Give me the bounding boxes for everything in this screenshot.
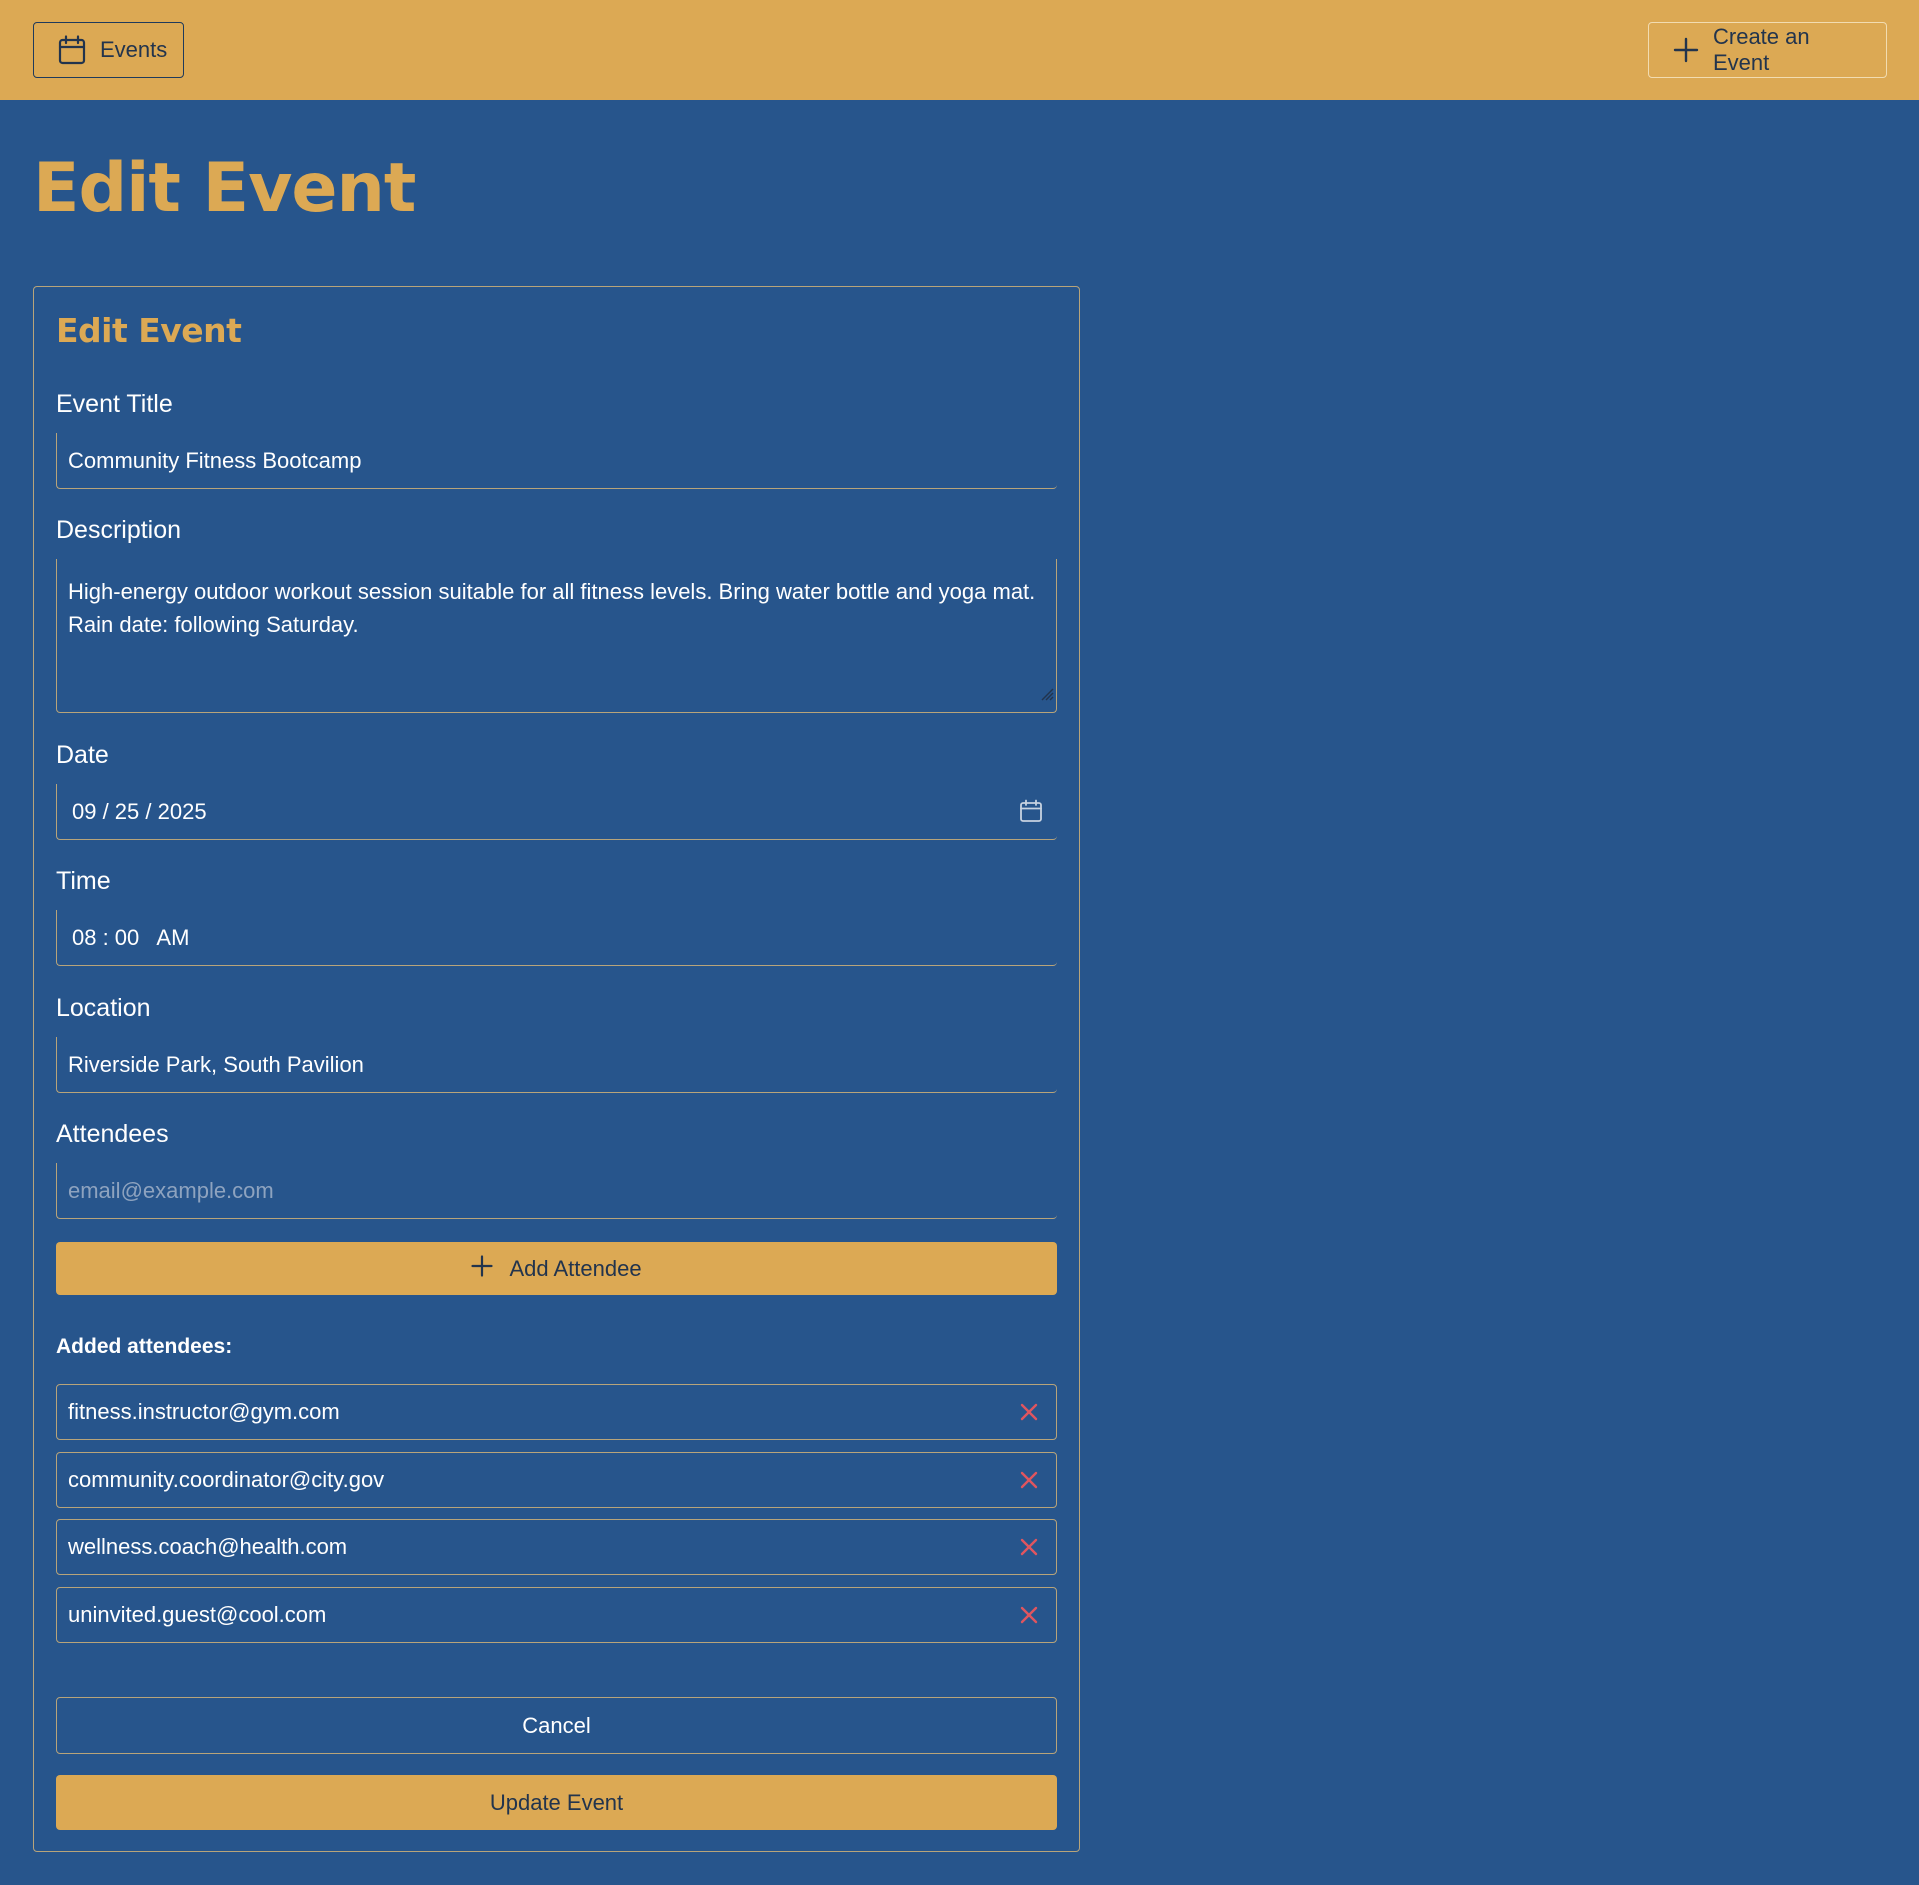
edit-event-form: Edit Event Event Title Community Fitness… [33, 286, 1080, 1852]
plus-icon [1673, 37, 1699, 63]
calendar-icon[interactable] [1019, 799, 1043, 829]
update-event-label: Update Event [489, 1789, 624, 1815]
location-value: Riverside Park, South Pavilion [68, 1051, 364, 1077]
description-line-2: Rain date: following Saturday. [68, 612, 359, 637]
attendee-item: uninvited.guest@cool.com [56, 1587, 1057, 1643]
events-nav-button[interactable]: Events [33, 22, 184, 78]
description-label: Description [56, 516, 182, 544]
close-icon [1020, 1538, 1038, 1556]
event-title-input[interactable]: Community Fitness Bootcamp [56, 433, 1057, 489]
cancel-label: Cancel [522, 1712, 591, 1738]
update-event-button[interactable]: Update Event [56, 1775, 1057, 1830]
location-label: Location [56, 994, 151, 1022]
close-icon [1020, 1471, 1038, 1489]
event-title-value: Community Fitness Bootcamp [68, 447, 362, 473]
remove-attendee-button[interactable] [1016, 1534, 1042, 1560]
attendee-item: wellness.coach@health.com [56, 1519, 1057, 1575]
date-input[interactable]: 09 / 25 / 2025 [56, 784, 1057, 840]
attendee-email: community.coordinator@city.gov [68, 1467, 385, 1492]
page-title: Edit Event [33, 149, 416, 228]
close-icon [1020, 1606, 1038, 1624]
resize-grip-icon[interactable] [1040, 677, 1054, 710]
attendee-email: wellness.coach@health.com [68, 1534, 348, 1559]
time-label: Time [56, 867, 111, 895]
remove-attendee-button[interactable] [1016, 1399, 1042, 1425]
attendee-email: uninvited.guest@cool.com [68, 1602, 327, 1627]
date-label: Date [56, 741, 109, 769]
plus-icon [471, 1254, 494, 1283]
add-attendee-label: Add Attendee [509, 1255, 642, 1281]
added-attendees-label: Added attendees: [56, 1335, 233, 1358]
attendees-label: Attendees [56, 1120, 169, 1148]
top-navbar: Events Create an Event [0, 0, 1919, 100]
attendee-email-placeholder: email@example.com [68, 1177, 274, 1203]
events-nav-label: Events [100, 37, 168, 62]
description-textarea[interactable]: High-energy outdoor workout session suit… [56, 559, 1057, 713]
close-icon [1020, 1403, 1038, 1421]
location-input[interactable]: Riverside Park, South Pavilion [56, 1037, 1057, 1093]
form-title: Edit Event [56, 311, 242, 350]
create-event-button[interactable]: Create an Event [1648, 22, 1887, 78]
time-value: 08 : 00 AM [72, 924, 190, 950]
remove-attendee-button[interactable] [1016, 1467, 1042, 1493]
date-value: 09 / 25 / 2025 [72, 798, 207, 824]
attendee-item: fitness.instructor@gym.com [56, 1384, 1057, 1440]
event-title-label: Event Title [56, 390, 173, 418]
create-event-label: Create an Event [1713, 24, 1810, 75]
attendee-item: community.coordinator@city.gov [56, 1452, 1057, 1508]
description-line-1: High-energy outdoor workout session suit… [68, 579, 1036, 604]
attendee-email-input[interactable]: email@example.com [56, 1163, 1057, 1219]
time-input[interactable]: 08 : 00 AM [56, 910, 1057, 966]
remove-attendee-button[interactable] [1016, 1602, 1042, 1628]
attendee-email: fitness.instructor@gym.com [68, 1399, 340, 1424]
cancel-button[interactable]: Cancel [56, 1697, 1057, 1754]
add-attendee-button[interactable]: Add Attendee [56, 1242, 1057, 1295]
calendar-icon [58, 35, 86, 65]
